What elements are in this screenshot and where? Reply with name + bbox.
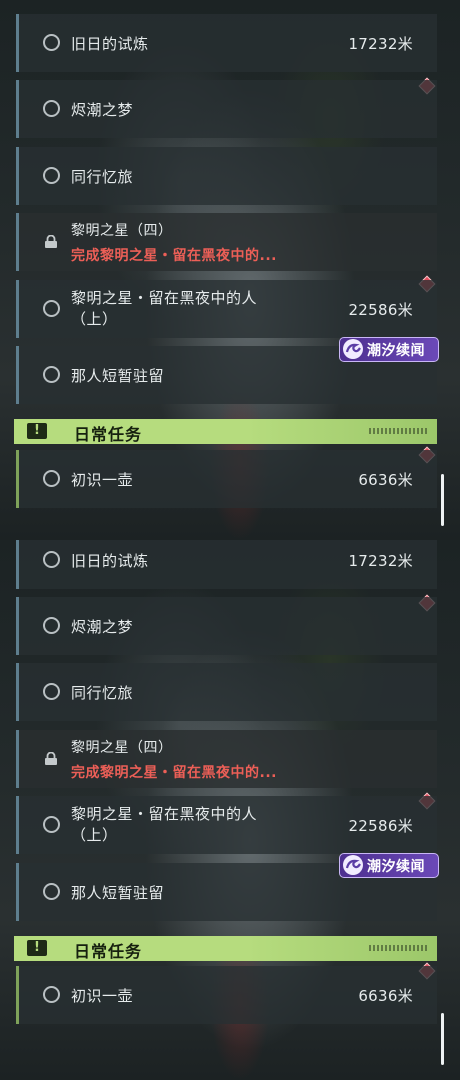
- quest-title: 同行忆旅: [71, 167, 134, 186]
- quest-requirement: 完成黎明之星・留在黑夜中的...: [71, 248, 277, 264]
- daily-section-header: ! 日常任务: [14, 419, 437, 444]
- tide-swirl-icon: [343, 339, 363, 359]
- quest-row-ember-tide-dream[interactable]: 烬潮之梦: [16, 80, 437, 138]
- quest-row-ember-tide-dream[interactable]: 烬潮之梦: [16, 597, 437, 655]
- quest-title: 初识一壶: [71, 986, 134, 1005]
- empty-circle-icon: [43, 470, 60, 487]
- quest-title: 烬潮之梦: [71, 617, 134, 636]
- empty-circle-icon: [43, 34, 60, 51]
- daily-section-header: ! 日常任务: [14, 936, 437, 961]
- exclamation-box-icon: !: [27, 940, 47, 956]
- quest-distance: 17232米: [348, 34, 413, 53]
- daily-header-label: 日常任务: [74, 425, 143, 444]
- quest-title: 那人短暂驻留: [71, 366, 165, 385]
- quest-row-star-of-dawn-night[interactable]: 黎明之星・留在黑夜中的人 （上） 22586米: [16, 796, 437, 854]
- quest-row-first-pot[interactable]: 初识一壶 6636米: [16, 966, 437, 1024]
- quest-row-trial-of-past[interactable]: 旧日的试炼 17232米: [16, 540, 437, 589]
- quest-distance: 22586米: [348, 816, 413, 835]
- scrollbar[interactable]: [441, 474, 444, 526]
- event-label: 潮汐续闻: [367, 343, 425, 359]
- quest-distance: 17232米: [348, 551, 413, 570]
- scrollbar[interactable]: [441, 1013, 444, 1065]
- daily-header-label: 日常任务: [74, 942, 143, 961]
- empty-circle-icon: [43, 816, 60, 833]
- exclamation-box-icon: !: [27, 423, 47, 439]
- empty-circle-icon: [43, 883, 60, 900]
- empty-circle-icon: [43, 100, 60, 117]
- quest-distance: 6636米: [358, 986, 413, 1005]
- quest-row-companion-journey[interactable]: 同行忆旅: [16, 663, 437, 721]
- event-label: 潮汐续闻: [367, 859, 425, 875]
- quest-distance: 6636米: [358, 470, 413, 489]
- quest-title: 黎明之星・留在黑夜中的人 （上）: [71, 289, 258, 328]
- quest-row-star-of-dawn-4[interactable]: 黎明之星（四） 完成黎明之星・留在黑夜中的...: [16, 213, 437, 271]
- empty-circle-icon: [43, 167, 60, 184]
- empty-circle-icon: [43, 683, 60, 700]
- quest-row-star-of-dawn-night[interactable]: 黎明之星・留在黑夜中的人 （上） 22586米: [16, 280, 437, 338]
- quest-row-first-pot[interactable]: 初识一壶 6636米: [16, 450, 437, 508]
- quest-row-star-of-dawn-4[interactable]: 黎明之星（四） 完成黎明之星・留在黑夜中的...: [16, 730, 437, 788]
- quest-row-companion-journey[interactable]: 同行忆旅: [16, 147, 437, 205]
- quest-panel-bottom: 旧日的试炼 17232米 烬潮之梦 同行忆旅 黎明之星（四） 完成黎明之星・留在…: [0, 540, 460, 1080]
- lock-icon: [45, 752, 57, 765]
- event-badge[interactable]: 潮汐续闻: [339, 853, 439, 878]
- quest-distance: 22586米: [348, 300, 413, 319]
- quest-row-trial-of-past[interactable]: 旧日的试炼 17232米: [16, 14, 437, 72]
- tide-swirl-icon: [343, 855, 363, 875]
- quest-title: 烬潮之梦: [71, 100, 134, 119]
- quest-title: 初识一壶: [71, 470, 134, 489]
- quest-title: 黎明之星（四）: [71, 223, 173, 239]
- header-decoration: [369, 428, 429, 434]
- quest-title: 旧日的试炼: [71, 34, 149, 53]
- empty-circle-icon: [43, 617, 60, 634]
- quest-panel-top: 旧日的试炼 17232米 烬潮之梦 同行忆旅 黎明之星（四） 完成黎明之星・留在…: [0, 0, 460, 540]
- event-badge[interactable]: 潮汐续闻: [339, 337, 439, 362]
- quest-title: 那人短暂驻留: [71, 883, 165, 902]
- empty-circle-icon: [43, 986, 60, 1003]
- quest-title: 同行忆旅: [71, 683, 134, 702]
- empty-circle-icon: [43, 300, 60, 317]
- empty-circle-icon: [43, 551, 60, 568]
- quest-title: 黎明之星・留在黑夜中的人 （上）: [71, 805, 258, 844]
- lock-icon: [45, 235, 57, 248]
- header-decoration: [369, 945, 429, 951]
- quest-title: 旧日的试炼: [71, 551, 149, 570]
- quest-requirement: 完成黎明之星・留在黑夜中的...: [71, 765, 277, 781]
- quest-title: 黎明之星（四）: [71, 740, 173, 756]
- empty-circle-icon: [43, 366, 60, 383]
